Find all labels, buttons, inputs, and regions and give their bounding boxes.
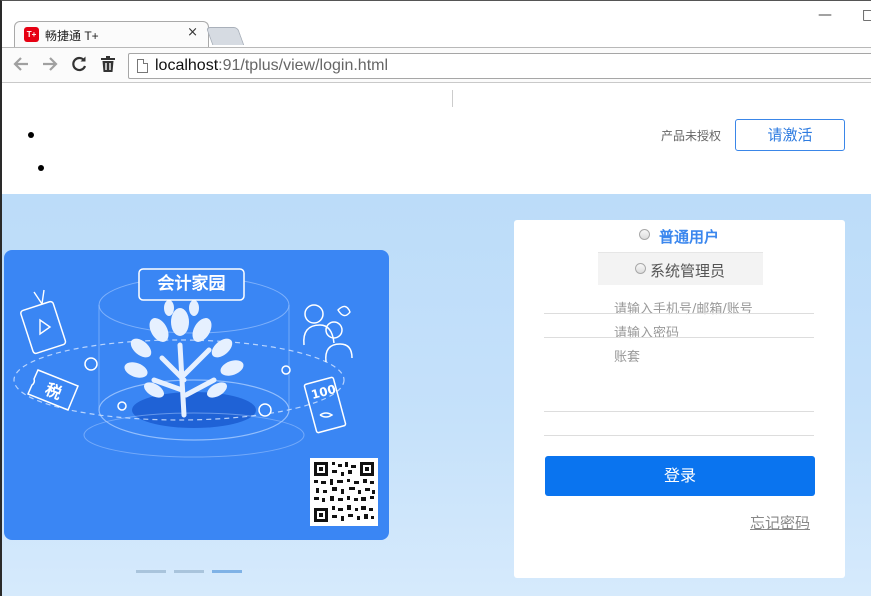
login-card: 普通用户 系统管理员 请输入手机号/邮箱/账号 请输入密码 账套 登录 忘记密码 (514, 220, 845, 578)
reload-icon[interactable] (68, 54, 90, 76)
tab-strip: T+ 畅捷通 T+ × — □ (2, 1, 871, 47)
browser-toolbar: localhost:91/tplus/view/login.html (2, 47, 871, 83)
back-arrow-icon[interactable] (10, 54, 32, 76)
license-status: 产品未授权 (661, 129, 722, 143)
role-user-label[interactable]: 普通用户 (659, 226, 719, 247)
ledger-label: 账套 (614, 350, 641, 365)
browser-tab[interactable]: T+ 畅捷通 T+ × (14, 21, 209, 47)
window-minimize-icon[interactable]: — (818, 7, 832, 23)
list-bullet (28, 132, 34, 138)
new-tab-button[interactable] (205, 27, 245, 45)
forward-arrow-icon[interactable] (39, 54, 61, 76)
role-admin-radio[interactable] (635, 263, 646, 274)
password-underline (544, 337, 814, 338)
forgot-password-link[interactable]: 忘记密码 (750, 512, 810, 533)
browser-window: T+ 畅捷通 T+ × — □ localhost:91/tplus/view/… (0, 0, 871, 596)
tab-title: 畅捷通 T+ (45, 29, 99, 43)
carousel-dot-2[interactable] (174, 570, 204, 573)
address-bar[interactable]: localhost:91/tplus/view/login.html (128, 53, 871, 79)
window-maximize-icon[interactable]: □ (862, 7, 871, 23)
promo-banner[interactable]: 会计家园 税 100 (4, 250, 389, 540)
ledger-field-line[interactable] (544, 435, 814, 436)
list-bullet (38, 165, 44, 171)
role-admin-option[interactable]: 系统管理员 (598, 252, 763, 285)
carousel-dot-1[interactable] (136, 570, 166, 573)
banner-title: 会计家园 (157, 274, 226, 294)
carousel-dot-3[interactable] (212, 570, 242, 573)
header-divider (452, 90, 453, 107)
trash-icon[interactable] (97, 54, 119, 76)
account-input[interactable]: 请输入手机号/邮箱/账号 (614, 298, 753, 317)
url-text[interactable]: localhost:91/tplus/view/login.html (155, 57, 388, 75)
page-icon (137, 59, 148, 73)
hero-section: 会计家园 税 100 普通用户 系统管理员 请输入手机号/邮箱/账号 请输入密码 (2, 194, 871, 596)
role-admin-label[interactable]: 系统管理员 (650, 260, 725, 281)
login-page: 产品未授权 请激活 会计家园 税 100 普通用户 系统管理员 请输入手机号/邮… (2, 84, 871, 596)
tab-close-icon[interactable]: × (187, 25, 198, 40)
activate-button[interactable]: 请激活 (735, 119, 845, 151)
login-button[interactable]: 登录 (545, 456, 815, 496)
ledger-underline (544, 411, 814, 412)
password-input[interactable]: 请输入密码 (614, 322, 679, 341)
tplus-favicon-icon: T+ (24, 27, 39, 42)
role-user-radio[interactable] (639, 229, 650, 240)
account-underline (544, 313, 814, 314)
